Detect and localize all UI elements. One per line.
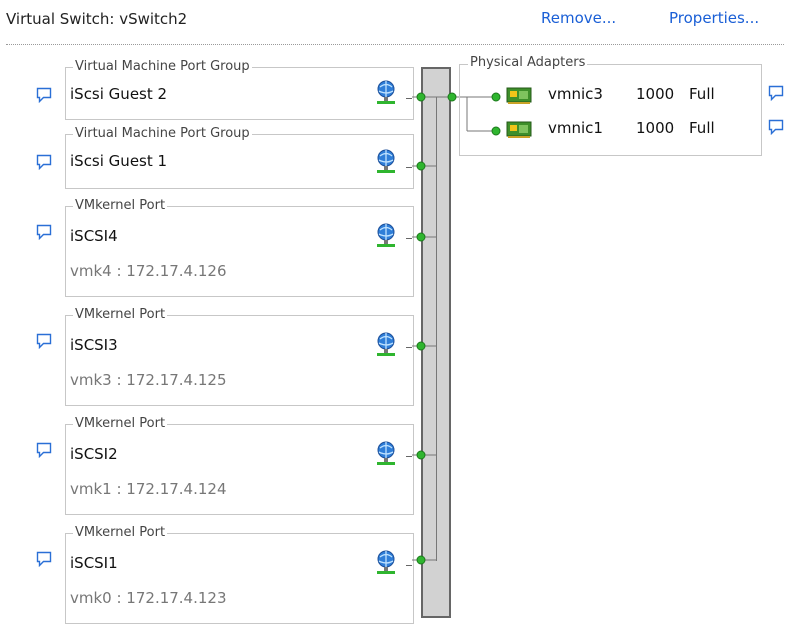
adapter-row-vmnic3[interactable]: vmnic3 1000 Full [460, 83, 760, 109]
adapter-duplex: Full [689, 85, 715, 103]
adapter-speed: 1000 [636, 85, 675, 103]
adapter-row-vmnic1[interactable]: vmnic1 1000 Full [460, 117, 760, 143]
comment-icon[interactable] [768, 119, 784, 135]
adapter-speed: 1000 [636, 119, 675, 137]
uplink-dot [447, 92, 457, 102]
nic-card-icon [506, 87, 532, 104]
comment-icon[interactable] [768, 85, 784, 101]
port-dot [416, 232, 426, 242]
physical-adapters-panel: Physical Adapters vmnic3 1000 Full vmnic… [459, 55, 762, 156]
adapter-duplex: Full [689, 119, 715, 137]
port-dot [416, 161, 426, 171]
port-dot [416, 450, 426, 460]
physical-adapters-legend: Physical Adapters [468, 55, 588, 70]
port-dot [416, 555, 426, 565]
port-dot [416, 92, 426, 102]
nic-card-icon [506, 121, 532, 138]
port-dot [416, 341, 426, 351]
adapter-name: vmnic1 [548, 119, 603, 137]
adapter-name: vmnic3 [548, 85, 603, 103]
